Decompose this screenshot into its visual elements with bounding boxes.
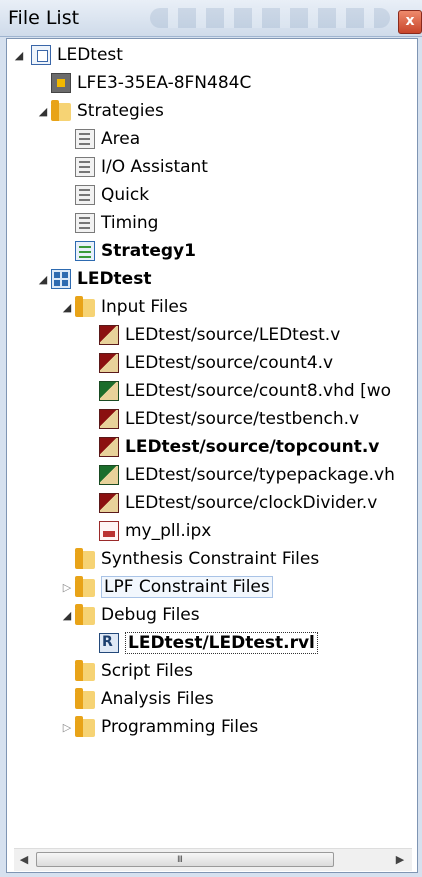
collapse-arrow-icon[interactable]: ◢ (37, 273, 49, 286)
strategy-icon (75, 129, 95, 149)
collapse-arrow-icon[interactable]: ◢ (61, 609, 73, 622)
tree-item-input-files[interactable]: Input Files (75, 293, 188, 321)
tree-item-strategy-active[interactable]: Strategy1 (75, 237, 196, 265)
ip-module-icon (99, 521, 119, 541)
tree-item-label: LEDtest/source/count8.vhd [wo (125, 381, 392, 401)
tree-item-lpf-constraint-files[interactable]: LPF Constraint Files (75, 573, 273, 601)
tree-item-label: I/O Assistant (101, 157, 208, 177)
tree-item-label: LEDtest/source/LEDtest.v (125, 325, 341, 345)
tree-item-label: LEDtest (57, 45, 123, 65)
tree-item-reveal-file[interactable]: LEDtest/LEDtest.rvl (99, 629, 318, 657)
folder-icon (75, 547, 95, 569)
verilog-file-icon (99, 437, 119, 457)
expand-arrow-icon[interactable]: ▷ (61, 581, 73, 594)
project-icon (31, 45, 51, 65)
panel-title: File List (8, 7, 80, 29)
folder-icon (75, 575, 95, 597)
scroll-right-icon[interactable]: ▶ (392, 852, 408, 868)
device-chip-icon (51, 73, 71, 93)
tree-item-strategy-quick[interactable]: Quick (75, 181, 149, 209)
folder-icon (75, 715, 95, 737)
strategy-icon (75, 185, 95, 205)
strategy-icon (75, 157, 95, 177)
tree-item-programming-files[interactable]: Programming Files (75, 713, 258, 741)
tree-item-label: Synthesis Constraint Files (101, 549, 320, 569)
tree-item-strategy-timing[interactable]: Timing (75, 209, 158, 237)
verilog-file-icon (99, 409, 119, 429)
tree-item-label: LEDtest/LEDtest.rvl (125, 632, 318, 654)
titlebar-decoration (150, 8, 390, 28)
tree-item-source-file[interactable]: LEDtest/source/typepackage.vh (99, 461, 395, 489)
tree-item-label: my_pll.ipx (125, 521, 212, 541)
tree-item-strategies[interactable]: Strategies (51, 97, 164, 125)
tree-item-source-file[interactable]: LEDtest/source/clockDivider.v (99, 489, 377, 517)
tree-item-label: Programming Files (101, 717, 259, 737)
tree-item-implementation[interactable]: LEDtest (51, 265, 151, 293)
collapse-arrow-icon[interactable]: ◢ (13, 49, 25, 62)
collapse-arrow-icon[interactable]: ◢ (37, 105, 49, 118)
tree-item-source-file[interactable]: LEDtest/source/count4.v (99, 349, 333, 377)
tree-item-top-level-file[interactable]: LEDtest/source/topcount.v (99, 433, 379, 461)
verilog-file-icon (99, 493, 119, 513)
tree-item-label: Input Files (101, 297, 188, 317)
implementation-icon (51, 269, 71, 289)
tree-item-label: LEDtest/source/count4.v (125, 353, 334, 373)
tree-item-label: Debug Files (101, 605, 200, 625)
tree-item-label: LEDtest/source/clockDivider.v (125, 493, 378, 513)
tree-item-label: Strategy1 (101, 241, 196, 261)
verilog-file-icon (99, 353, 119, 373)
panel-titlebar: File List x (0, 0, 422, 37)
folder-icon (75, 603, 95, 625)
tree-item-label: Quick (101, 185, 150, 205)
vhdl-file-icon (99, 381, 119, 401)
tree-item-label: Area (101, 129, 141, 149)
scrollbar-thumb[interactable]: III (36, 852, 334, 867)
close-button[interactable]: x (398, 10, 422, 34)
folder-icon (75, 659, 95, 681)
tree-item-label: Analysis Files (101, 689, 214, 709)
vhdl-file-icon (99, 465, 119, 485)
tree-item-label: LPF Constraint Files (101, 576, 273, 598)
folder-icon (75, 295, 95, 317)
verilog-file-icon (99, 325, 119, 345)
tree-item-label: LEDtest/source/testbench.v (125, 409, 360, 429)
tree-item-strategy-area[interactable]: Area (75, 125, 140, 153)
file-tree[interactable]: ◢ LEDtest LFE3-35EA-8FN484C ◢ Strategies… (6, 38, 418, 873)
tree-item-project[interactable]: LEDtest (31, 41, 123, 69)
horizontal-scrollbar[interactable]: ◀ III ▶ (14, 848, 412, 871)
tree-item-source-file[interactable]: LEDtest/source/testbench.v (99, 405, 359, 433)
folder-icon (75, 687, 95, 709)
tree-item-strategy-io-assistant[interactable]: I/O Assistant (75, 153, 208, 181)
expand-arrow-icon[interactable]: ▷ (61, 721, 73, 734)
tree-item-label: Script Files (101, 661, 194, 681)
collapse-arrow-icon[interactable]: ◢ (61, 301, 73, 314)
folder-icon (51, 99, 71, 121)
tree-item-source-file[interactable]: LEDtest/source/LEDtest.v (99, 321, 340, 349)
tree-item-label: LEDtest/source/topcount.v (125, 437, 380, 457)
tree-item-synthesis-constraint-files[interactable]: Synthesis Constraint Files (75, 545, 319, 573)
tree-item-source-file[interactable]: LEDtest/source/count8.vhd [wo (99, 377, 391, 405)
scroll-left-icon[interactable]: ◀ (16, 852, 32, 868)
scrollbar-grip: III (177, 855, 183, 865)
strategy-icon (75, 213, 95, 233)
tree-item-analysis-files[interactable]: Analysis Files (75, 685, 214, 713)
tree-item-device[interactable]: LFE3-35EA-8FN484C (51, 69, 251, 97)
tree-item-label: Timing (101, 213, 159, 233)
tree-item-label: LEDtest (77, 269, 152, 289)
tree-item-script-files[interactable]: Script Files (75, 657, 193, 685)
tree-item-label: LEDtest/source/typepackage.vh (125, 465, 395, 485)
reveal-file-icon (99, 633, 119, 653)
file-list-panel: File List x ◢ LEDtest LFE3-35EA-8FN484C … (0, 0, 422, 877)
tree-item-debug-files[interactable]: Debug Files (75, 601, 200, 629)
tree-item-ip-file[interactable]: my_pll.ipx (99, 517, 211, 545)
tree-item-label: LFE3-35EA-8FN484C (77, 73, 252, 93)
active-strategy-icon (75, 241, 95, 261)
tree-item-label: Strategies (77, 101, 164, 121)
